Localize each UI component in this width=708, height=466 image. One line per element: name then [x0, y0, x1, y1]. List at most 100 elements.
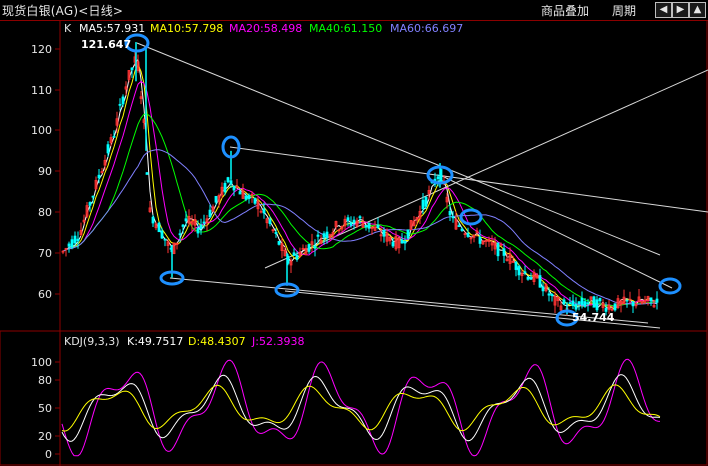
- kdj-tick-label: 20: [38, 430, 52, 443]
- candle-body: [151, 216, 155, 224]
- candle-body: [466, 232, 470, 237]
- candle-body: [529, 277, 533, 280]
- price-tick-label: 70: [38, 247, 52, 260]
- candle-body: [106, 144, 110, 154]
- price-tick-label: 80: [38, 206, 52, 219]
- candle-body: [514, 261, 518, 270]
- candle-body: [436, 176, 440, 180]
- candle-body: [541, 286, 545, 292]
- overlay-menu[interactable]: 商品叠加: [541, 2, 589, 19]
- candle-body: [307, 244, 311, 252]
- candle-body: [403, 241, 407, 244]
- candle-body: [229, 180, 233, 185]
- candle-body: [400, 239, 404, 244]
- candle-body: [202, 221, 206, 224]
- candle-body: [538, 275, 542, 288]
- kdj-axis: 100 80 50 20 0: [31, 356, 60, 461]
- candle-body: [550, 293, 554, 296]
- candle-body: [523, 271, 527, 274]
- candle-body: [349, 222, 353, 226]
- kdj-d-value: D:48.4307: [188, 335, 246, 348]
- trendline-1: [136, 42, 661, 256]
- candle-body: [382, 229, 386, 237]
- price-axis: 120 110 100 90 80 70 60: [31, 43, 60, 301]
- candle-body: [649, 297, 653, 302]
- stock-chart: 120 110 100 90 80 70 60 K MA5:57.931 MA10:57.79…: [0, 20, 708, 466]
- marker-ellipse: [658, 277, 682, 295]
- candle-body: [325, 231, 329, 239]
- candle-body: [262, 208, 266, 214]
- high-price-label: 121.647: [81, 38, 131, 51]
- kdj-panel-frame: [0, 330, 708, 466]
- ma-legend-label: MA60:66.697: [390, 22, 463, 35]
- candle-body: [292, 252, 296, 256]
- candle-body: [118, 103, 122, 106]
- candle-body: [244, 195, 248, 200]
- ma-legend-label: MA5:57.931: [79, 22, 145, 35]
- candle-body: [571, 300, 575, 306]
- candle-body: [121, 96, 125, 105]
- candle-body: [157, 222, 161, 233]
- candle-body: [238, 191, 242, 195]
- arrow-up-icon[interactable]: ▲: [689, 2, 706, 18]
- candle-body: [97, 174, 101, 179]
- low-price-label: 54.744: [572, 311, 615, 324]
- candle-body: [145, 172, 149, 175]
- trendline-2: [229, 146, 708, 213]
- candle-body: [73, 235, 77, 244]
- price-tick-label: 100: [31, 124, 52, 137]
- candle-body: [352, 219, 356, 223]
- trend-lines: [136, 42, 708, 329]
- candle-body: [346, 217, 350, 221]
- candle-body: [367, 222, 371, 229]
- price-tick-label: 120: [31, 43, 52, 56]
- chart-area[interactable]: 120 110 100 90 80 70 60 K MA5:57.931 MA10:57.79…: [0, 20, 708, 466]
- candle-body: [196, 227, 200, 234]
- period-menu[interactable]: 周期: [612, 2, 636, 19]
- candle-body: [88, 202, 92, 206]
- candle-body: [313, 245, 317, 249]
- candle-body: [460, 228, 464, 231]
- candle-body: [178, 233, 182, 236]
- candle-body: [391, 241, 395, 247]
- candle-body: [562, 299, 566, 305]
- kdj-tick-label: 0: [45, 448, 52, 461]
- kdj-title: KDJ(9,3,3): [64, 335, 120, 348]
- candle-body: [595, 299, 599, 311]
- marker-ellipse: [459, 208, 483, 226]
- arrow-right-icon[interactable]: ▶: [672, 2, 689, 18]
- kdj-j-line: [61, 358, 661, 457]
- title-bar: 现货白银(AG)<日线> 商品叠加 周期 ◀ ▶ ▲: [0, 0, 708, 21]
- candle-body: [376, 224, 380, 228]
- candle-body: [91, 195, 95, 198]
- candle-body: [574, 303, 578, 310]
- candle-body: [322, 233, 326, 238]
- arrow-left-icon[interactable]: ◀: [655, 2, 672, 18]
- candle-body: [163, 238, 167, 241]
- moving-average-lines: [62, 58, 658, 311]
- candle-body: [451, 216, 455, 219]
- candle-body: [568, 302, 572, 305]
- candle-body: [295, 254, 299, 260]
- candle-body: [67, 243, 71, 247]
- candle-body: [277, 241, 281, 245]
- kdj-tick-label: 80: [38, 374, 52, 387]
- candle-body: [517, 265, 521, 276]
- candle-body: [112, 135, 116, 138]
- candle-body: [478, 236, 482, 244]
- candle-body: [406, 229, 410, 239]
- candle-body: [364, 225, 368, 228]
- candle-body: [247, 194, 251, 199]
- ma-legend-label: MA20:58.498: [229, 22, 302, 35]
- kdj-lines: [61, 358, 661, 457]
- candle-body: [214, 195, 218, 203]
- candle-body: [547, 293, 551, 296]
- candle-body: [631, 301, 635, 307]
- candle-body: [580, 297, 584, 306]
- price-tick-label: 110: [31, 84, 52, 97]
- kdj-tick-label: 50: [38, 402, 52, 415]
- candle-body: [226, 177, 230, 183]
- ma20-line: [62, 80, 658, 308]
- candle-body: [181, 224, 185, 227]
- ma-legend-label: MA40:61.150: [309, 22, 382, 35]
